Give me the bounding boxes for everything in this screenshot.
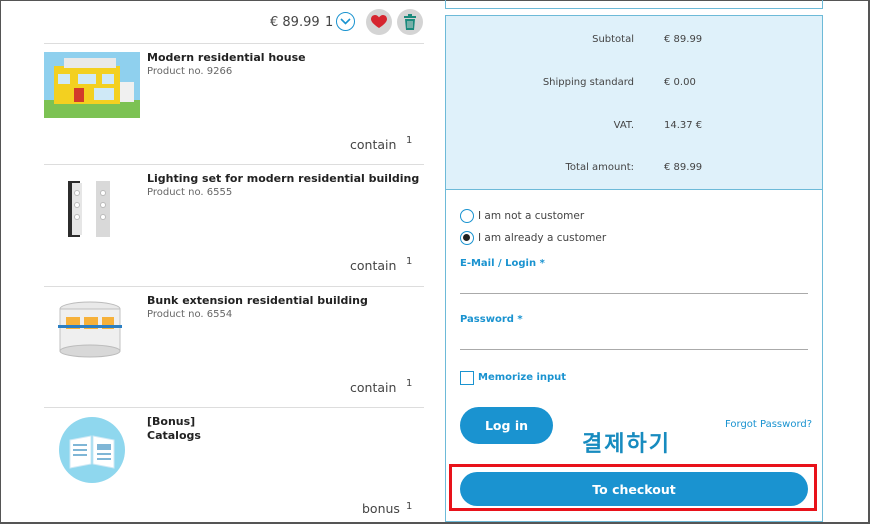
product-number: Product no. 9266 bbox=[147, 66, 233, 77]
checkout-annotation: 결제하기 bbox=[582, 432, 671, 457]
cart-items-column: € 89.99 1 Modern residential house Produ… bbox=[44, 0, 424, 524]
qty-label: contain bbox=[350, 258, 397, 273]
qty-value: 1 bbox=[406, 256, 413, 267]
list-item: Lighting set for modern residential buil… bbox=[44, 164, 424, 285]
top-qty: 1 bbox=[325, 15, 334, 30]
product-name: Catalogs bbox=[147, 429, 201, 442]
qty-label: bonus bbox=[362, 501, 400, 516]
top-price: € 89.99 bbox=[270, 15, 320, 30]
list-item: [Bonus] Catalogs bonus 1 bbox=[44, 407, 424, 524]
heart-icon[interactable] bbox=[366, 9, 392, 35]
radio-not-customer[interactable] bbox=[460, 209, 474, 223]
qty-value: 1 bbox=[406, 501, 413, 512]
login-button[interactable]: Log in bbox=[460, 407, 553, 444]
memorize-label[interactable]: Memorize input bbox=[478, 372, 566, 383]
chevron-down-icon[interactable] bbox=[336, 12, 355, 31]
catalog-icon bbox=[58, 416, 126, 484]
cart-top-row: € 89.99 1 bbox=[44, 9, 424, 37]
product-name[interactable]: Lighting set for modern residential buil… bbox=[147, 172, 419, 186]
product-image-house[interactable] bbox=[44, 52, 140, 118]
checkout-button[interactable]: To checkout bbox=[460, 472, 808, 506]
subtotal-value: € 89.99 bbox=[664, 34, 703, 45]
product-number: Product no. 6555 bbox=[147, 187, 233, 198]
total-value: € 89.99 bbox=[664, 162, 703, 173]
email-field[interactable] bbox=[460, 293, 808, 294]
radio-not-customer-label[interactable]: I am not a customer bbox=[478, 210, 584, 222]
password-field[interactable] bbox=[460, 349, 808, 350]
list-item: Modern residential house Product no. 926… bbox=[44, 43, 424, 164]
radio-already-customer-label[interactable]: I am already a customer bbox=[478, 232, 606, 244]
radio-already-customer[interactable] bbox=[460, 231, 474, 245]
qty-label: contain bbox=[350, 380, 397, 395]
trash-icon[interactable] bbox=[397, 9, 423, 35]
product-number: Product no. 6554 bbox=[147, 309, 233, 320]
previous-panel-edge bbox=[445, 0, 823, 9]
product-name[interactable]: Bunk extension residential building bbox=[147, 294, 368, 308]
shipping-label: Shipping standard bbox=[542, 77, 634, 88]
product-image-lighting[interactable] bbox=[44, 173, 140, 239]
memorize-checkbox[interactable] bbox=[460, 371, 474, 385]
shipping-value: € 0.00 bbox=[664, 77, 696, 88]
bonus-label: [Bonus] bbox=[147, 415, 196, 428]
email-field-label: E-Mail / Login * bbox=[460, 258, 545, 269]
total-label: Total amount: bbox=[565, 162, 635, 173]
qty-label: contain bbox=[350, 137, 397, 152]
qty-value: 1 bbox=[406, 135, 413, 146]
vat-label: VAT. bbox=[613, 120, 634, 131]
forgot-password-link[interactable]: Forgot Password? bbox=[725, 419, 812, 430]
subtotal-label: Subtotal bbox=[592, 34, 634, 45]
password-field-label: Password * bbox=[460, 314, 523, 325]
vat-value: 14.37 € bbox=[664, 120, 703, 131]
order-summary: Subtotal € 89.99 Shipping standard € 0.0… bbox=[446, 16, 822, 190]
list-item: Bunk extension residential building Prod… bbox=[44, 286, 424, 407]
product-image-bunk-extension[interactable] bbox=[44, 295, 140, 361]
product-name[interactable]: Modern residential house bbox=[147, 51, 306, 65]
qty-value: 1 bbox=[406, 378, 413, 389]
